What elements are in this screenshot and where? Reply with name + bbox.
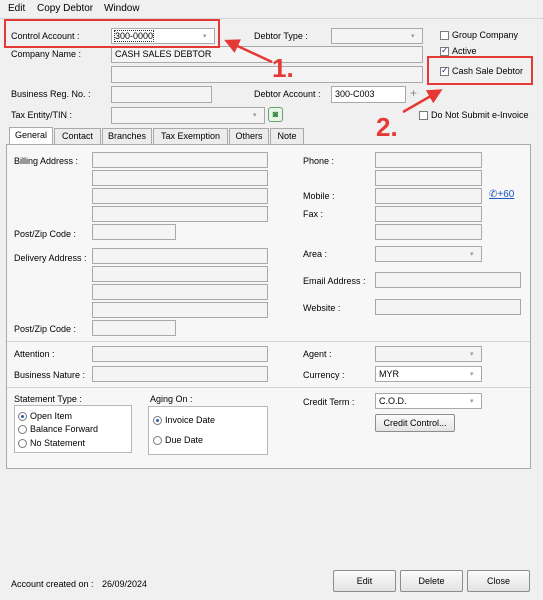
fax-field-2[interactable] bbox=[375, 224, 482, 240]
due-date-radio[interactable] bbox=[153, 436, 162, 445]
billing-address-line-3[interactable] bbox=[92, 188, 268, 204]
mobile-link-text: +60 bbox=[497, 189, 515, 200]
delivery-post-zip-label: Post/Zip Code : bbox=[14, 324, 77, 334]
tab-note[interactable]: Note bbox=[270, 128, 304, 144]
annotation-2: 2. bbox=[376, 112, 398, 142]
currency-label: Currency : bbox=[303, 370, 345, 380]
attention-label: Attention : bbox=[14, 349, 55, 359]
close-button[interactable]: Close bbox=[467, 570, 530, 592]
billing-address-line-2[interactable] bbox=[92, 170, 268, 186]
delivery-address-line-1[interactable] bbox=[92, 248, 268, 264]
delivery-address-line-4[interactable] bbox=[92, 302, 268, 318]
agent-label: Agent : bbox=[303, 349, 332, 359]
divider bbox=[7, 387, 530, 388]
no-statement-radio[interactable] bbox=[18, 439, 27, 448]
chevron-down-icon: ▾ bbox=[470, 351, 474, 358]
delivery-address-label: Delivery Address : bbox=[14, 253, 87, 263]
delivery-address-line-2[interactable] bbox=[92, 266, 268, 282]
open-item-radio[interactable] bbox=[18, 412, 27, 421]
billing-address-label: Billing Address : bbox=[14, 156, 79, 166]
tab-tax-exemption[interactable]: Tax Exemption bbox=[153, 128, 228, 144]
currency-value: MYR bbox=[379, 369, 399, 379]
agent-select[interactable]: ▾ bbox=[375, 346, 482, 362]
mobile-field[interactable] bbox=[375, 188, 482, 204]
credit-term-value: C.O.D. bbox=[379, 396, 407, 406]
billing-address-line-1[interactable] bbox=[92, 152, 268, 168]
tab-contact[interactable]: Contact bbox=[54, 128, 101, 144]
invoice-date-radio[interactable] bbox=[153, 416, 162, 425]
area-label: Area : bbox=[303, 249, 328, 259]
billing-post-zip-field[interactable] bbox=[92, 224, 176, 240]
business-nature-field[interactable] bbox=[92, 366, 268, 382]
arrow-2 bbox=[402, 89, 443, 114]
fax-label: Fax : bbox=[303, 209, 324, 219]
attention-field[interactable] bbox=[92, 346, 268, 362]
arrow-1 bbox=[224, 39, 273, 64]
credit-term-select[interactable]: C.O.D. ▾ bbox=[375, 393, 482, 409]
balance-forward-label: Balance Forward bbox=[30, 424, 99, 434]
tab-branches[interactable]: Branches bbox=[102, 128, 152, 144]
delete-button[interactable]: Delete bbox=[400, 570, 463, 592]
billing-address-line-4[interactable] bbox=[92, 206, 268, 222]
no-statement-label: No Statement bbox=[30, 438, 86, 448]
chevron-down-icon: ▾ bbox=[470, 398, 474, 405]
tab-general[interactable]: General bbox=[9, 127, 53, 145]
account-created-label: Account created on : bbox=[11, 579, 94, 589]
divider bbox=[7, 341, 530, 342]
delivery-post-zip-field[interactable] bbox=[92, 320, 176, 336]
credit-control-button[interactable]: Credit Control... bbox=[375, 414, 455, 432]
mobile-link[interactable]: ✆+60 bbox=[489, 189, 514, 200]
mobile-label: Mobile : bbox=[303, 191, 335, 201]
open-item-label: Open Item bbox=[30, 411, 73, 421]
edit-button[interactable]: Edit bbox=[333, 570, 396, 592]
fax-field-1[interactable] bbox=[375, 206, 482, 222]
due-date-label: Due Date bbox=[165, 435, 204, 445]
tab-others[interactable]: Others bbox=[229, 128, 269, 144]
currency-select[interactable]: MYR ▾ bbox=[375, 366, 482, 382]
phone-field-2[interactable] bbox=[375, 170, 482, 186]
email-label: Email Address : bbox=[303, 276, 366, 286]
annotation-1: 1. bbox=[272, 53, 294, 83]
business-nature-label: Business Nature : bbox=[14, 370, 86, 380]
account-created-date: 26/09/2024 bbox=[102, 579, 148, 589]
email-field[interactable] bbox=[375, 272, 521, 288]
invoice-date-label: Invoice Date bbox=[165, 415, 216, 425]
website-label: Website : bbox=[303, 303, 341, 313]
area-select[interactable]: ▾ bbox=[375, 246, 482, 262]
delivery-address-line-3[interactable] bbox=[92, 284, 268, 300]
statement-type-label: Statement Type : bbox=[14, 394, 82, 404]
aging-on-label: Aging On : bbox=[150, 394, 193, 404]
chevron-down-icon: ▾ bbox=[470, 371, 474, 378]
phone-field-1[interactable] bbox=[375, 152, 482, 168]
website-field[interactable] bbox=[375, 299, 521, 315]
credit-term-label: Credit Term : bbox=[303, 397, 355, 407]
balance-forward-radio[interactable] bbox=[18, 425, 27, 434]
billing-post-zip-label: Post/Zip Code : bbox=[14, 229, 77, 239]
phone-label: Phone : bbox=[303, 156, 335, 166]
chevron-down-icon: ▾ bbox=[470, 251, 474, 258]
